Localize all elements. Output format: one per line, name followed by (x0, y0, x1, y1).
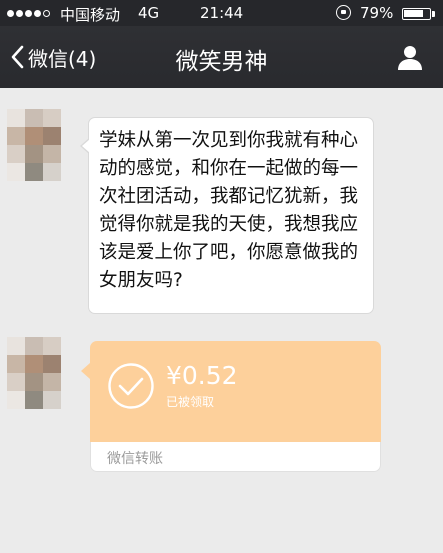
avatar[interactable] (7, 109, 61, 181)
transfer-status: 已被领取 (166, 395, 215, 409)
transfer-card[interactable]: ¥0.52 已被领取 微信转账 (90, 341, 381, 472)
transfer-card-footer: 微信转账 (90, 442, 381, 472)
rotation-lock-icon (336, 5, 351, 20)
message-bubble[interactable]: 学妹从第一次见到你我就有种心动的感觉，和你在一起做的每一次社团活动，我都记忆犹新… (80, 117, 374, 314)
network-type: 4G (138, 4, 160, 22)
carrier-name: 中国移动 (60, 6, 121, 24)
avatar[interactable] (7, 337, 61, 409)
check-circle-icon (108, 363, 154, 409)
transfer-bubble-tail (81, 363, 90, 379)
transfer-amount: ¥0.52 (166, 361, 238, 390)
battery-level-fill (404, 10, 423, 17)
chevron-left-icon (11, 45, 24, 69)
person-icon[interactable] (396, 43, 424, 71)
back-button[interactable]: 微信(4) (10, 44, 97, 71)
transfer-card-top: ¥0.52 已被领取 (90, 341, 381, 442)
battery-percent: 79% (360, 4, 394, 22)
battery-icon (402, 8, 431, 20)
battery-cap (432, 11, 435, 17)
clock: 21:44 (200, 4, 244, 22)
back-label: 微信(4) (28, 46, 97, 71)
nav-bar: 微信(4) 微笑男神 (0, 26, 443, 88)
transfer-label: 微信转账 (107, 451, 163, 467)
status-bar: 中国移动 4G 21:44 79% (0, 0, 443, 26)
